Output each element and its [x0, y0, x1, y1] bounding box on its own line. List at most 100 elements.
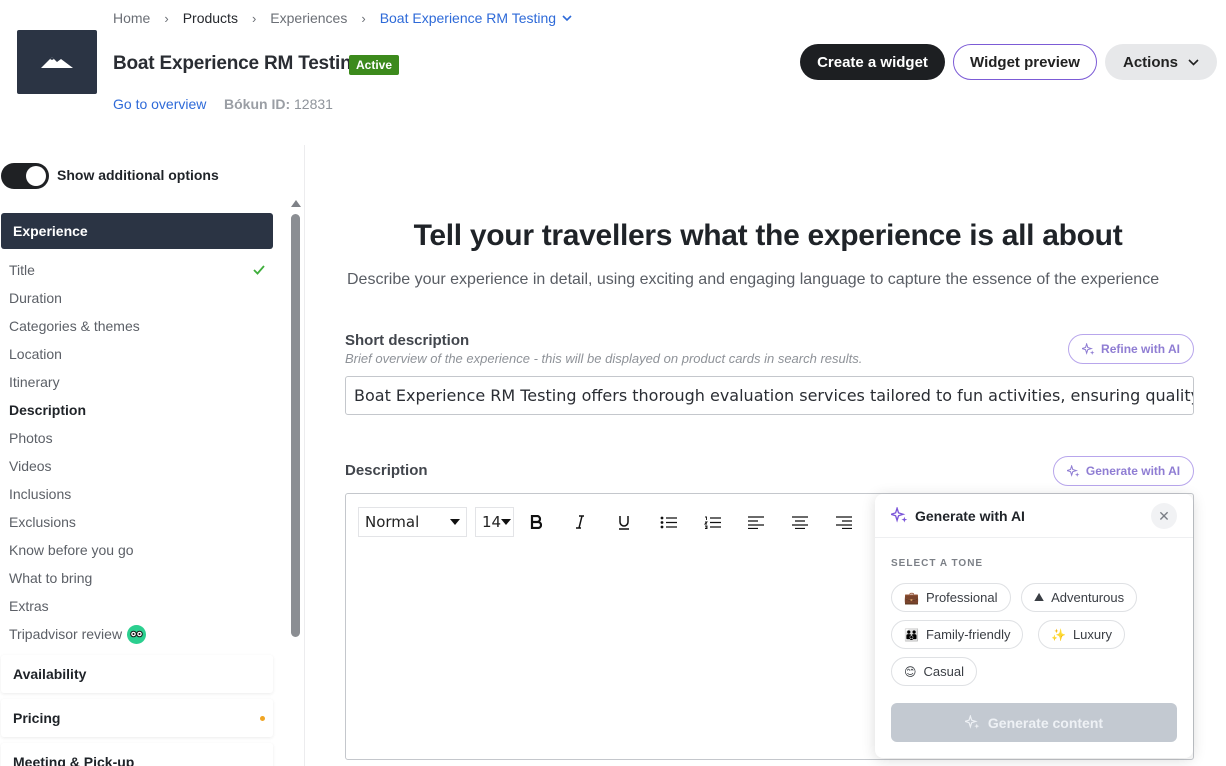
actions-button[interactable]: Actions [1105, 44, 1217, 80]
refine-with-ai-label: Refine with AI [1101, 342, 1180, 356]
sidebar-item-tripadvisor[interactable]: Tripadvisor review [9, 620, 271, 648]
align-right-icon [836, 515, 852, 529]
tone-chip-casual[interactable]: 😊 Casual [891, 657, 977, 686]
product-title: Boat Experience RM Testing [113, 53, 363, 74]
sidebar-item-exclusions[interactable]: Exclusions [9, 508, 271, 536]
short-description-input[interactable]: Boat Experience RM Testing offers thorou… [345, 376, 1194, 415]
sidebar-item-categories[interactable]: Categories & themes [9, 312, 271, 340]
sidebar-item-know-before[interactable]: Know before you go [9, 536, 271, 564]
sidebar-item-label: Location [9, 346, 62, 362]
breadcrumb-home[interactable]: Home [113, 10, 150, 26]
font-size-value: 14 [482, 513, 502, 531]
sidebar-item-label: Tripadvisor review [9, 626, 123, 642]
sidebar-item-title[interactable]: Title [9, 256, 271, 284]
mountain-icon [41, 57, 73, 68]
tone-chip-professional[interactable]: 💼 Professional [891, 583, 1011, 612]
align-right-button[interactable] [822, 507, 866, 537]
scrollbar-thumb[interactable] [291, 214, 300, 637]
bold-icon [530, 515, 542, 529]
sidebar-item-label: Photos [9, 430, 53, 446]
font-size-select[interactable]: 14 [475, 507, 514, 537]
tone-chip-family-friendly[interactable]: 👪 Family-friendly [891, 620, 1024, 649]
create-widget-button[interactable]: Create a widget [800, 44, 945, 80]
sparkle-icon [964, 715, 980, 729]
sidebar-scrollbar[interactable] [290, 200, 302, 766]
sidebar-item-description[interactable]: Description [9, 396, 271, 424]
align-left-button[interactable] [734, 507, 778, 537]
breadcrumb-separator-icon: › [361, 10, 366, 26]
caret-down-icon [501, 519, 512, 525]
tone-chip-label: Professional [925, 590, 998, 605]
go-to-overview-link[interactable]: Go to overview [113, 96, 206, 112]
scroll-up-arrow-icon[interactable] [291, 200, 301, 207]
sidebar-section-experience[interactable]: Experience [1, 213, 273, 249]
sidebar-item-videos[interactable]: Videos [9, 452, 271, 480]
sidebar-item-label: What to bring [9, 570, 93, 586]
briefcase-icon: 💼 [904, 590, 919, 605]
generate-with-ai-button[interactable]: Generate with AI [1053, 456, 1194, 486]
widget-preview-button[interactable]: Widget preview [953, 44, 1097, 80]
sidebar-item-photos[interactable]: Photos [9, 424, 271, 452]
sidebar-item-label: Description [9, 402, 87, 418]
breadcrumb-current[interactable]: Boat Experience RM Testing [380, 10, 572, 26]
tripadvisor-owl-icon [127, 624, 147, 644]
sidebar-item-label: Videos [9, 458, 52, 474]
refine-with-ai-button[interactable]: Refine with AI [1068, 334, 1194, 364]
status-badge: Active [349, 55, 400, 75]
sidebar-item-label: Itinerary [9, 374, 60, 390]
numbered-list-icon [703, 516, 721, 529]
sidebar-item-label: Inclusions [9, 486, 72, 502]
generate-content-button[interactable]: Generate content [891, 703, 1177, 742]
generate-content-label: Generate content [987, 714, 1104, 731]
align-center-icon [792, 515, 808, 529]
underline-button[interactable] [602, 507, 646, 537]
sidebar-section-meeting-pickup[interactable]: Meeting & Pick-up [1, 743, 273, 766]
bold-button[interactable] [514, 507, 558, 537]
incomplete-indicator-icon [260, 715, 265, 721]
description-label: Description [345, 462, 428, 479]
sidebar-item-inclusions[interactable]: Inclusions [9, 480, 271, 508]
tone-chip-label: Luxury [1072, 627, 1112, 642]
close-icon[interactable]: ✕ [1151, 503, 1177, 529]
sparkle-icon [1082, 342, 1095, 355]
toggle-label: Show additional options [57, 167, 219, 183]
paragraph-style-select[interactable]: Normal [358, 507, 467, 537]
numbered-list-button[interactable] [690, 507, 734, 537]
section-label: Pricing [13, 710, 61, 726]
tone-chip-label: Casual [923, 664, 964, 679]
italic-button[interactable] [558, 507, 602, 537]
short-description-help: Brief overview of the experience - this … [345, 351, 863, 366]
breadcrumb-products[interactable]: Products [183, 10, 238, 26]
page-header: Home › Products › Experiences › Boat Exp… [0, 0, 1226, 145]
generate-with-ai-popover: Generate with AI ✕ SELECT A TONE 💼 Profe… [875, 494, 1193, 758]
tone-chip-luxury[interactable]: ✨ Luxury [1038, 620, 1125, 649]
sidebar-item-label: Extras [9, 598, 49, 614]
tripadvisor-group: Tripadvisor review [9, 624, 147, 644]
breadcrumb: Home › Products › Experiences › Boat Exp… [113, 10, 572, 26]
breadcrumb-experiences[interactable]: Experiences [270, 10, 347, 26]
sidebar-section-availability[interactable]: Availability [1, 655, 273, 693]
breadcrumb-current-label: Boat Experience RM Testing [379, 10, 557, 26]
sidebar-item-extras[interactable]: Extras [9, 592, 271, 620]
short-description-label: Short description [345, 332, 470, 349]
popover-header: Generate with AI ✕ [875, 494, 1193, 538]
editor-toolbar: Normal 14 [358, 507, 866, 537]
sidebar-item-itinerary[interactable]: Itinerary [9, 368, 271, 396]
chevron-down-icon [562, 14, 572, 21]
sidebar-item-what-to-bring[interactable]: What to bring [9, 564, 271, 592]
section-label: Availability [13, 666, 87, 682]
bullet-list-button[interactable] [646, 507, 690, 537]
tone-chip-adventurous[interactable]: ⛰ Adventurous [1021, 583, 1138, 612]
show-additional-options-toggle[interactable] [1, 163, 49, 189]
sidebar-section-pricing[interactable]: Pricing [1, 699, 273, 737]
tone-chip-label: Family-friendly [925, 627, 1011, 642]
popover-title: Generate with AI [915, 508, 1025, 524]
breadcrumb-separator-icon: › [164, 10, 169, 26]
page-subtitle: Describe your experience in detail, usin… [347, 271, 1160, 288]
sparkles-icon: ✨ [1051, 627, 1066, 642]
align-center-button[interactable] [778, 507, 822, 537]
sidebar-item-location[interactable]: Location [9, 340, 271, 368]
sidebar-item-duration[interactable]: Duration [9, 284, 271, 312]
section-label: Meeting & Pick-up [13, 754, 135, 766]
sidebar-item-label: Exclusions [9, 514, 76, 530]
